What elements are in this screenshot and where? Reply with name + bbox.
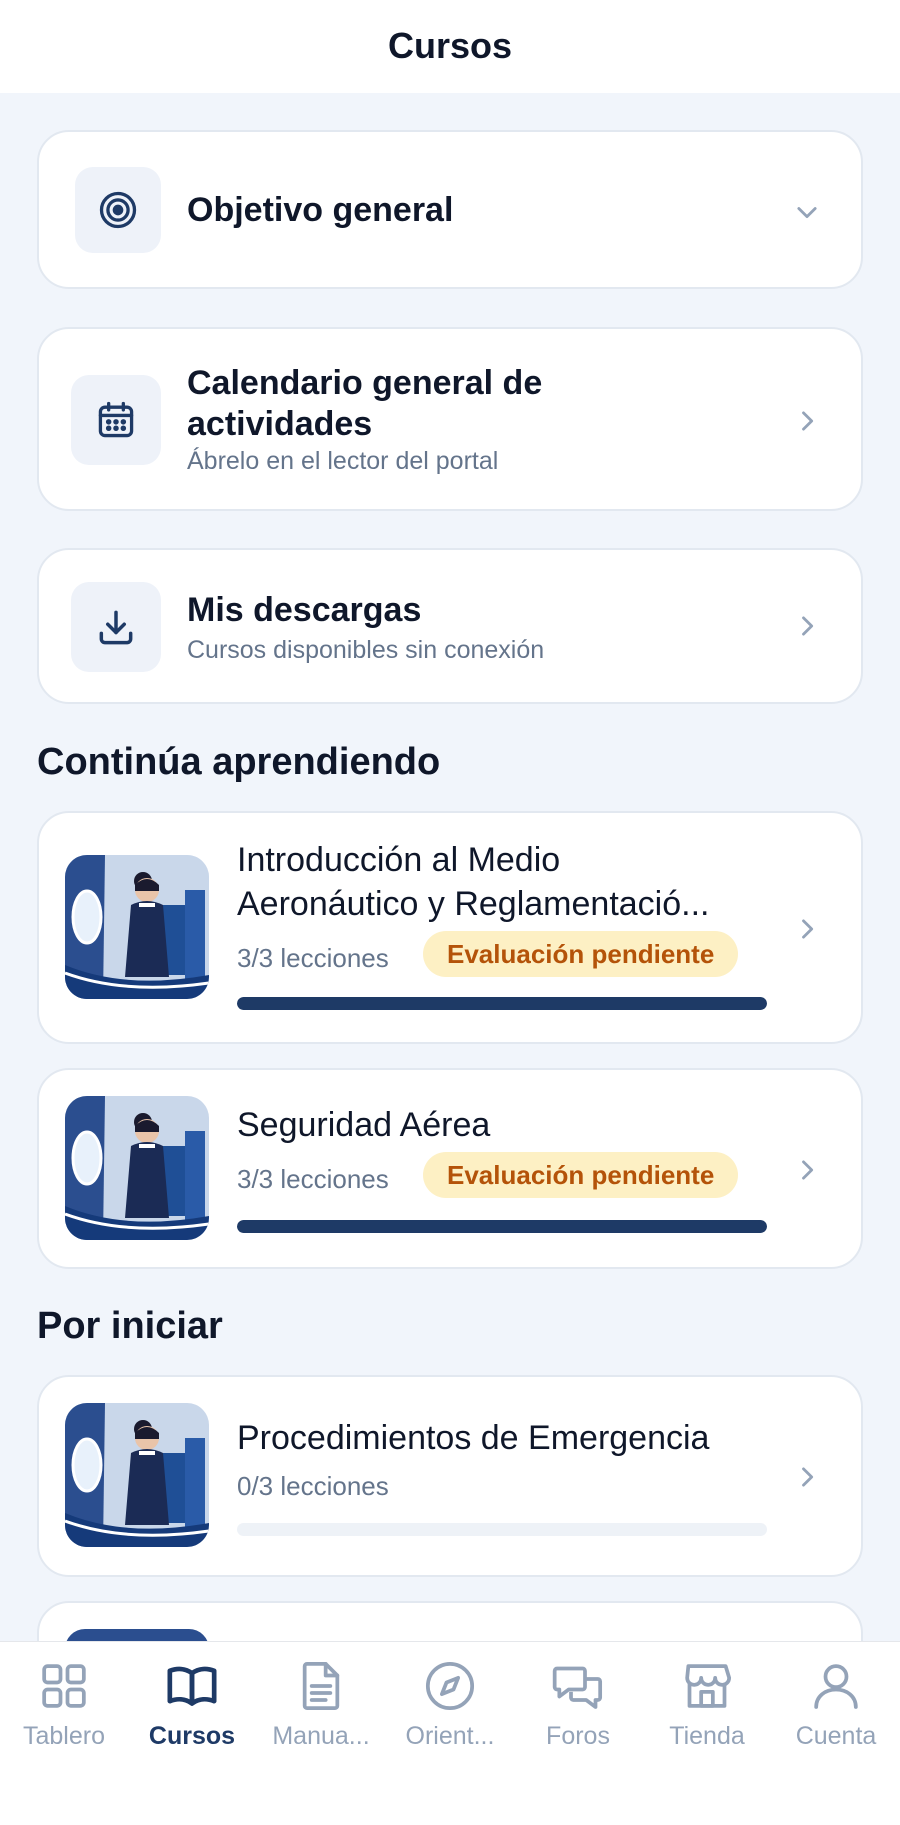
calendar-icon bbox=[71, 375, 161, 465]
course-card[interactable]: Seguridad Aérea 3/3 lecciones Evaluación… bbox=[37, 1068, 863, 1269]
store-icon bbox=[685, 1664, 732, 1708]
calendar-card[interactable]: Calendario general de actividades Ábrelo… bbox=[37, 327, 863, 511]
chevron-down-icon bbox=[797, 207, 817, 219]
course-card[interactable] bbox=[37, 1601, 863, 1641]
download-icon bbox=[71, 582, 161, 672]
tab-label: Foros bbox=[546, 1722, 610, 1750]
progress-bar bbox=[237, 1220, 767, 1233]
tab-label: Tablero bbox=[23, 1722, 105, 1750]
progress-bar bbox=[237, 997, 767, 1010]
objective-card[interactable]: Objetivo general bbox=[37, 130, 863, 289]
course-title-line1: Introducción al Medio bbox=[237, 841, 561, 879]
lesson-count: 0/3 lecciones bbox=[237, 1471, 389, 1501]
course-title: Seguridad Aérea bbox=[237, 1106, 491, 1144]
status-badge: Evaluación pendiente bbox=[423, 1152, 739, 1198]
course-thumbnail bbox=[65, 1403, 209, 1547]
chevron-right-icon bbox=[802, 919, 814, 939]
course-title: Procedimientos de Emergencia bbox=[237, 1419, 710, 1457]
tab-label: Tienda bbox=[669, 1722, 745, 1750]
section-title-continue: Continúa aprendiendo bbox=[37, 741, 441, 783]
tab-label: Orient... bbox=[405, 1722, 495, 1750]
downloads-card[interactable]: Mis descargas Cursos disponibles sin con… bbox=[37, 548, 863, 704]
course-list-scroll[interactable]: Objetivo general Calendario general de a… bbox=[0, 93, 900, 1641]
top-bar: Cursos bbox=[0, 0, 900, 93]
chevron-right-icon bbox=[802, 1160, 814, 1180]
status-badge: Evaluación pendiente bbox=[423, 931, 739, 977]
user-icon bbox=[814, 1664, 858, 1709]
course-thumbnail bbox=[65, 1629, 209, 1641]
document-icon bbox=[302, 1661, 340, 1711]
bottom-tab-bar: Tablero Cursos Manua... Orient... Foros bbox=[0, 1641, 900, 1825]
page-title: Cursos bbox=[387, 24, 513, 66]
downloads-subtitle: Cursos disponibles sin conexión bbox=[187, 636, 545, 664]
calendar-title-line2: actividades bbox=[187, 405, 373, 443]
book-open-icon bbox=[167, 1666, 217, 1706]
chat-bubbles-icon bbox=[552, 1666, 603, 1709]
course-thumbnail bbox=[65, 1096, 209, 1240]
chevron-right-icon bbox=[802, 1467, 814, 1487]
chevron-right-icon bbox=[802, 411, 814, 431]
target-icon bbox=[75, 167, 161, 253]
tab-tablero[interactable]: Tablero bbox=[0, 1658, 128, 1768]
section-title-not-started: Por iniciar bbox=[37, 1305, 223, 1347]
tab-tienda[interactable]: Tienda bbox=[643, 1658, 771, 1768]
tab-cursos[interactable]: Cursos bbox=[128, 1658, 256, 1768]
calendar-subtitle: Ábrelo en el lector del portal bbox=[187, 447, 499, 475]
course-title-line2: Aeronáutico y Reglamentació... bbox=[237, 885, 710, 923]
course-card[interactable]: Introducción al Medio Aeronáutico y Regl… bbox=[37, 811, 863, 1044]
progress-bar bbox=[237, 1523, 767, 1536]
chevron-right-icon bbox=[802, 616, 814, 636]
tab-label: Cuenta bbox=[795, 1722, 877, 1750]
calendar-title-line1: Calendario general de bbox=[187, 364, 543, 402]
course-thumbnail bbox=[65, 855, 209, 999]
downloads-title: Mis descargas bbox=[187, 591, 422, 629]
tab-foros[interactable]: Foros bbox=[514, 1658, 642, 1768]
progress-fill bbox=[237, 997, 767, 1010]
tab-cuenta[interactable]: Cuenta bbox=[772, 1658, 900, 1768]
tab-label: Manua... bbox=[272, 1722, 370, 1750]
grid-icon bbox=[42, 1664, 86, 1708]
lesson-count: 3/3 lecciones bbox=[237, 943, 389, 973]
objective-title: Objetivo general bbox=[187, 191, 454, 229]
course-card[interactable]: Procedimientos de Emergencia 0/3 leccion… bbox=[37, 1375, 863, 1577]
compass-icon bbox=[425, 1661, 475, 1711]
tab-label: Cursos bbox=[148, 1722, 236, 1750]
lesson-count: 3/3 lecciones bbox=[237, 1164, 389, 1194]
tab-manuales[interactable]: Manua... bbox=[257, 1658, 385, 1768]
progress-fill bbox=[237, 1220, 767, 1233]
tab-orientacion[interactable]: Orient... bbox=[386, 1658, 514, 1768]
